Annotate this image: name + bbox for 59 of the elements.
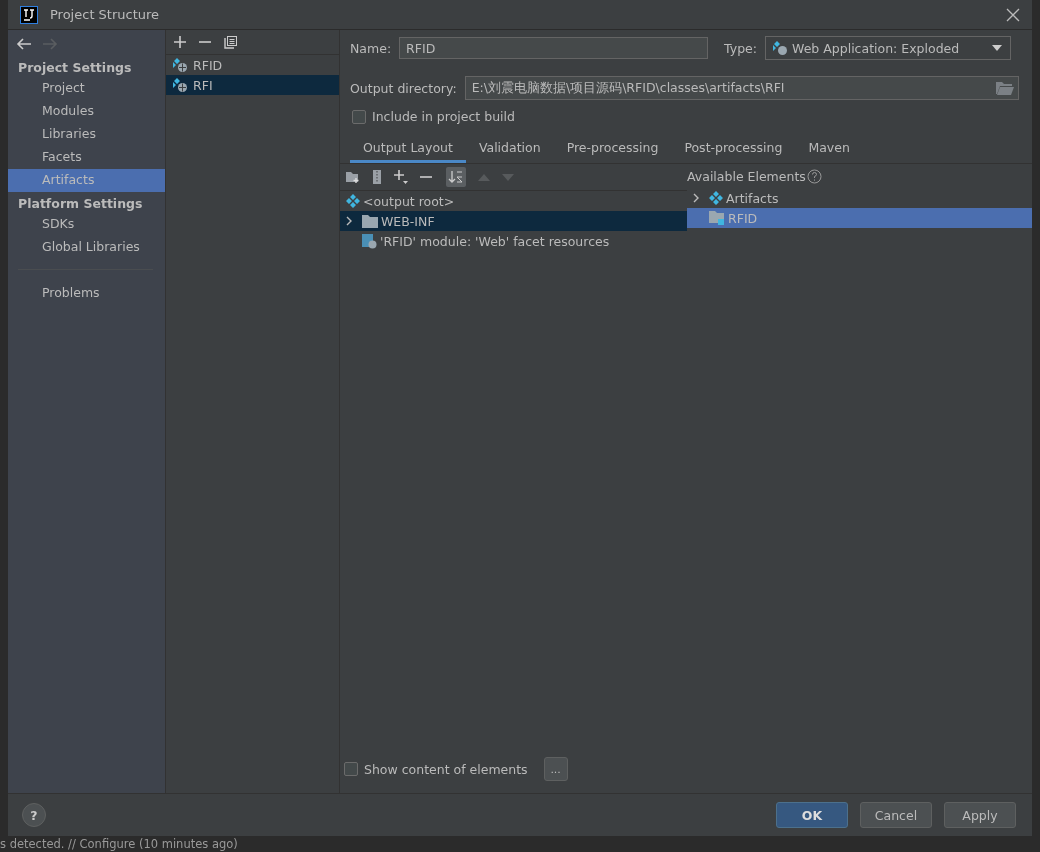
folder-icon: [362, 214, 378, 228]
sidebar-item[interactable]: Problems: [8, 282, 165, 305]
sidebar-item[interactable]: Global Libraries: [8, 236, 165, 259]
module-folder-icon: [709, 211, 725, 225]
type-dropdown[interactable]: Web Application: Exploded: [765, 36, 1012, 60]
output-directory-label: Output directory:: [350, 80, 457, 96]
available-elements-label: Available Elements: [687, 168, 806, 184]
app-logo-icon: [20, 5, 38, 24]
sidebar-item[interactable]: SDKs: [8, 213, 165, 236]
checkbox-label: Include in project build: [372, 109, 515, 124]
checkbox[interactable]: [344, 762, 358, 776]
available-element[interactable]: Artifacts: [687, 188, 1032, 208]
tree-item[interactable]: 'RFID' module: 'Web' facet resources: [340, 231, 687, 251]
section-heading: Project Settings: [17, 59, 133, 77]
artifact-item[interactable]: RFI: [166, 75, 339, 95]
artifact-item[interactable]: RFID: [166, 55, 339, 75]
back-arrow-icon[interactable]: [16, 38, 32, 50]
window-title: Project Structure: [50, 7, 160, 22]
move-up-icon: [478, 173, 490, 181]
dropdown-caret-icon: [992, 45, 1003, 51]
artifact-icon: [772, 40, 789, 56]
move-down-icon: [502, 173, 514, 181]
name-field[interactable]: RFID: [399, 37, 709, 59]
help-icon[interactable]: [806, 168, 822, 184]
checkbox-label: Show content of elements: [364, 761, 528, 777]
add-dropdown-icon[interactable]: [394, 170, 408, 184]
sidebar-item[interactable]: Facets: [8, 146, 165, 169]
tree-item[interactable]: WEB-INF: [340, 211, 687, 231]
output-directory-field[interactable]: E:\刘震电脑数据\项目源码\RFID\classes\artifacts\RFI: [464, 76, 1019, 100]
artifact-icon: [172, 57, 188, 73]
close-icon[interactable]: [1006, 7, 1020, 22]
sidebar-item[interactable]: Libraries: [8, 123, 165, 146]
status-text: s detected. // Configure (10 minutes ago): [0, 837, 238, 851]
tab[interactable]: Pre-processing: [553, 134, 672, 163]
artifact-icon: [709, 191, 723, 205]
tab[interactable]: Post-processing: [671, 134, 796, 163]
artifact-icon: [346, 194, 360, 208]
dialog-button[interactable]: Cancel: [860, 802, 932, 828]
artifact-icon: [172, 77, 188, 93]
tree-item[interactable]: <output root>: [340, 191, 687, 211]
name-label: Name:: [350, 40, 392, 56]
copy-icon[interactable]: [224, 35, 237, 49]
ok-button[interactable]: OK: [776, 802, 848, 828]
sidebar-item[interactable]: Modules: [8, 100, 165, 123]
archive-icon[interactable]: [372, 170, 382, 184]
tab[interactable]: Output Layout: [350, 134, 466, 163]
add-icon[interactable]: [174, 36, 186, 48]
sidebar-item[interactable]: Project: [8, 77, 165, 100]
tab[interactable]: Validation: [465, 134, 554, 163]
dialog-button[interactable]: Apply: [944, 802, 1016, 828]
tab[interactable]: Maven: [795, 134, 863, 163]
checkbox[interactable]: [352, 109, 366, 124]
type-label: Type:: [724, 40, 758, 56]
more-button[interactable]: ...: [543, 757, 568, 781]
web-resource-icon: [362, 233, 377, 249]
section-heading: Platform Settings: [17, 195, 144, 213]
sort-icon[interactable]: [446, 167, 466, 187]
new-folder-icon[interactable]: [346, 171, 360, 183]
help-button[interactable]: ?: [22, 803, 46, 827]
